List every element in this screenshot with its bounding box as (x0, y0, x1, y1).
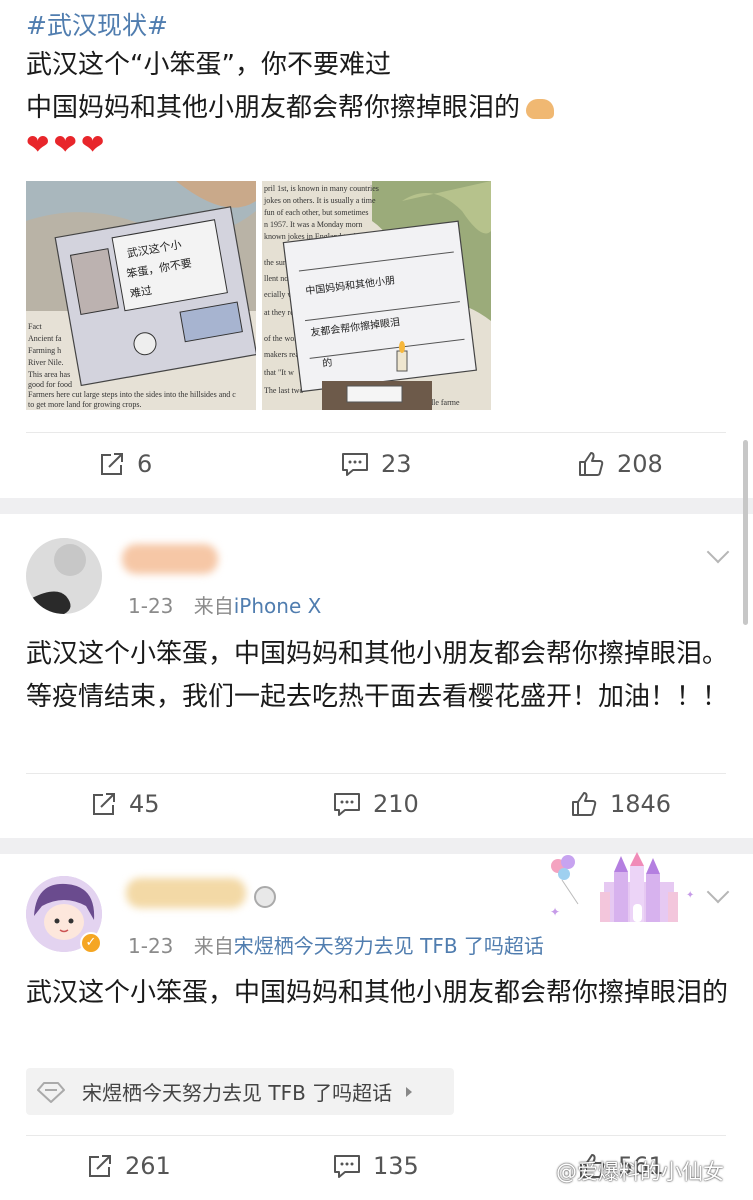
share-button[interactable]: 261 (87, 1152, 171, 1180)
hearts-emoji: ❤❤❤ (26, 128, 109, 161)
post-text-line-1: 武汉这个“小笨蛋”，你不要难过 (26, 50, 391, 80)
share-button[interactable]: 45 (91, 790, 160, 818)
chevron-down-icon[interactable] (706, 880, 730, 904)
castle-decoration: ✦✦ (550, 852, 694, 922)
comment-count: 23 (381, 450, 412, 478)
svg-text:的: 的 (322, 356, 334, 370)
source-link[interactable]: 宋煜栖今天努力去见 TFB 了吗超话 (234, 934, 544, 958)
comment-count: 135 (373, 1152, 419, 1180)
source-prefix: 来自 (193, 594, 234, 618)
weibo-watermark: @爱爆料的小仙女 (556, 1160, 724, 1184)
comment-meta: 1-23 来自iPhone X (128, 590, 321, 619)
comment-date: 1-23 (128, 594, 174, 618)
comment-date: 1-23 (128, 934, 174, 958)
scrollbar[interactable] (743, 440, 748, 625)
comment-button[interactable]: 210 (333, 790, 419, 818)
svg-text:Farmers here cut large steps i: Farmers here cut large steps into the si… (28, 390, 236, 399)
comment-button[interactable]: 23 (341, 450, 412, 478)
post-text-line-2: 中国妈妈和其他小朋友都会帮你擦掉眼泪的 (26, 88, 555, 128)
thumbs-up-icon (572, 792, 597, 816)
post-image-1[interactable]: Fact Ancient fa Farming h River Nile. Th… (26, 181, 256, 410)
thumbs-up-icon (579, 452, 604, 476)
hashtag-link[interactable]: #武汉现状# (26, 6, 168, 42)
share-icon (101, 453, 123, 475)
svg-text:good for food: good for food (28, 380, 72, 389)
username-blurred[interactable] (126, 878, 246, 908)
svg-text:fun of each other, but sometim: fun of each other, but sometimes (264, 208, 369, 217)
svg-text:to get more land for growing c: to get more land for growing crops. (28, 400, 142, 409)
flexed-biceps-emoji (526, 98, 555, 119)
share-button[interactable]: 6 (99, 450, 152, 478)
svg-text:✦: ✦ (550, 905, 560, 919)
svg-text:n 1957. It was a Monday morn: n 1957. It was a Monday morn (264, 220, 362, 229)
comment-text: 武汉这个小笨蛋，中国妈妈和其他小朋友都会帮你擦掉眼泪。等疫情结束，我们一起去吃热… (26, 639, 729, 712)
share-icon (89, 1155, 111, 1177)
svg-text:✦: ✦ (686, 890, 694, 901)
share-icon (93, 793, 115, 815)
share-count: 6 (137, 450, 153, 478)
svg-text:that "It w: that "It w (264, 368, 294, 377)
svg-text:Fact: Fact (28, 322, 43, 331)
svg-text:Ancient fa: Ancient fa (28, 334, 62, 343)
like-button[interactable]: 208 (577, 450, 663, 478)
caret-right-icon (406, 1086, 413, 1097)
svg-text:River Nile.: River Nile. (28, 358, 64, 367)
comment-icon (334, 1155, 360, 1178)
svg-text:llent no: llent no (264, 274, 288, 283)
section-separator (0, 498, 753, 514)
share-count: 45 (129, 790, 160, 818)
medal-icon (254, 886, 276, 908)
comment-icon (334, 793, 360, 816)
chevron-down-icon[interactable] (706, 540, 730, 564)
svg-text:This area has: This area has (28, 370, 70, 379)
post-image-2[interactable]: pril 1st, is known in many countries jok… (262, 181, 491, 410)
like-count: 1846 (610, 790, 672, 818)
comment-text: 武汉这个小笨蛋，中国妈妈和其他小朋友都会帮你擦掉眼泪的 (26, 978, 729, 1008)
source-prefix: 来自 (193, 934, 234, 958)
super-topic-label: 宋煜栖今天努力去见 TFB 了吗超话 (82, 1081, 393, 1105)
svg-text:Farming h: Farming h (28, 346, 61, 355)
svg-text:jokes on others. It is usually: jokes on others. It is usually a time (263, 196, 376, 205)
comment-icon (342, 453, 368, 476)
svg-text:The last two: The last two (264, 386, 304, 395)
comment-meta: 1-23 来自宋煜栖今天努力去见 TFB 了吗超话 (128, 930, 544, 959)
like-count: 208 (617, 450, 663, 478)
comment-count: 210 (373, 790, 419, 818)
super-topic-link[interactable]: 宋煜栖今天努力去见 TFB 了吗超话 (26, 1068, 454, 1115)
share-count: 261 (125, 1152, 171, 1180)
username-blurred[interactable] (122, 544, 218, 574)
diamond-icon (37, 1081, 65, 1103)
avatar[interactable] (26, 538, 102, 614)
comment-button[interactable]: 135 (333, 1152, 419, 1180)
svg-text:pril 1st, is known in many cou: pril 1st, is known in many countries (264, 184, 379, 193)
divider (26, 1135, 726, 1136)
verified-badge-icon: ✓ (80, 932, 102, 954)
like-button[interactable]: 1846 (570, 790, 671, 818)
source-link[interactable]: iPhone X (234, 594, 322, 618)
divider (26, 432, 726, 433)
divider (26, 773, 726, 774)
